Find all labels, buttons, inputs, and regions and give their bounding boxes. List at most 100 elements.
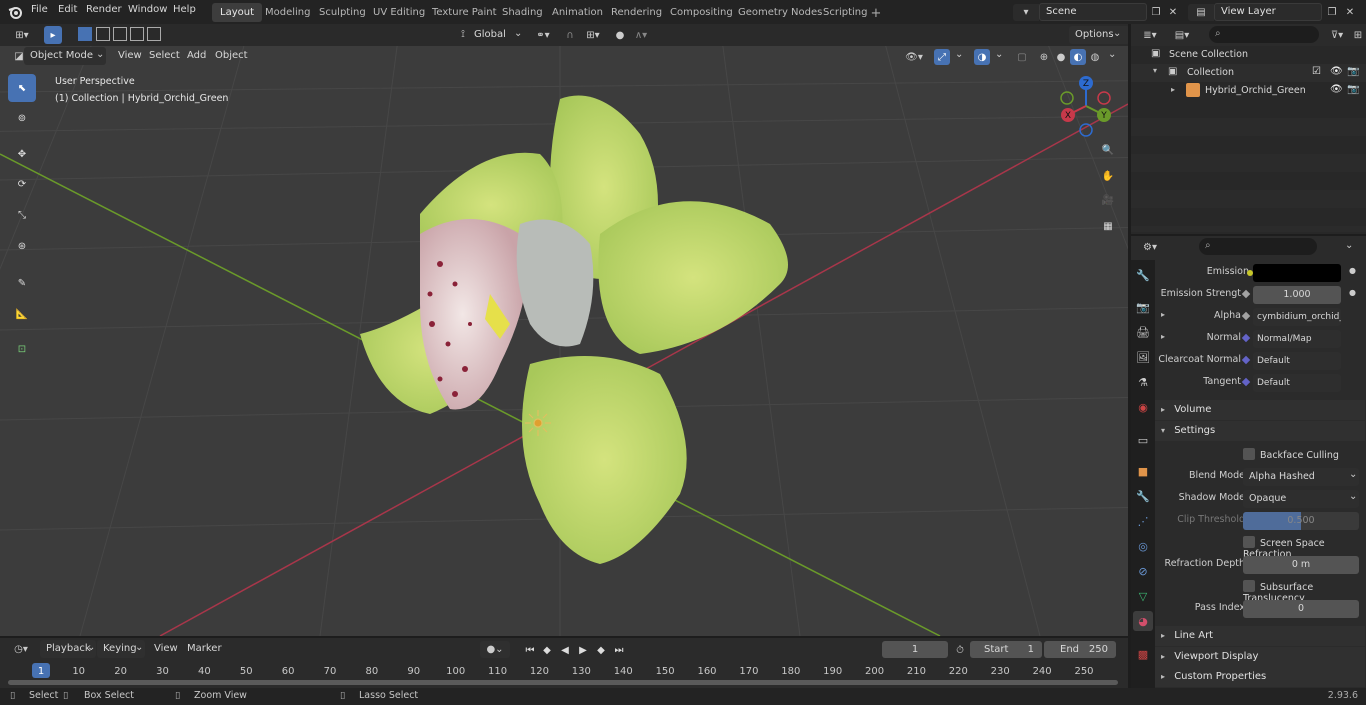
tab-scripting[interactable]: Scripting [815,3,875,22]
overlays-icon[interactable]: ◑ [974,49,990,65]
mode-dropdown[interactable]: Object Mode [24,47,106,65]
menu-render[interactable]: Render [86,4,122,15]
timeline-scrollbar[interactable] [8,680,1118,685]
menu-help[interactable]: Help [173,4,196,15]
menu-edit[interactable]: Edit [58,4,77,15]
normal-link-field[interactable]: Normal/Map [1253,330,1341,348]
snap-target-icon[interactable]: ⊞▾ [582,27,604,43]
outliner-row-object[interactable]: ▸ Hybrid_Orchid_Green 👁 📷 [1131,82,1366,100]
alpha-link-field[interactable]: cymbidium_orchid_g... [1253,308,1341,326]
view-layer-tab-icon[interactable]: 🖼 [1133,347,1153,367]
view-layer-icon[interactable]: ▤ [1188,4,1214,21]
rotate-tool[interactable]: ⟳ [8,170,36,198]
constraints-tab-icon[interactable]: ⊘ [1133,561,1153,581]
tool-tab-icon[interactable]: 🔧 [1133,265,1153,285]
tab-texture-paint[interactable]: Texture Paint [424,3,505,22]
new-collection-icon[interactable]: ⊞ [1351,27,1365,43]
shading-material-icon[interactable]: ◐ [1070,49,1086,65]
shading-solid-icon[interactable]: ● [1053,49,1069,65]
expand-object-icon[interactable]: ▸ [1171,85,1175,94]
tab-modeling[interactable]: Modeling [257,3,319,22]
world-tab-icon[interactable]: ◉ [1133,397,1153,417]
select-mode-intersect-icon[interactable] [147,27,161,41]
tangent-field[interactable]: Default [1253,374,1341,392]
pan-view-button[interactable]: ✋ [1096,164,1120,188]
display-mode-icon[interactable]: ▤▾ [1169,27,1195,43]
annotate-tool[interactable]: ✎ [8,269,36,297]
visibility-icon[interactable]: 👁▾ [902,49,926,65]
overlays-chevron-icon[interactable]: ⌄ [995,49,1003,60]
editor-type-icon[interactable]: ⊞▾ [8,26,36,44]
subsurface-translucency-row[interactable]: Subsurface Translucency [1155,577,1365,604]
normal-expand-icon[interactable]: ▸ [1161,332,1165,341]
scene-name-field[interactable]: Scene [1039,3,1147,21]
viewport-menu-object[interactable]: Object [209,47,254,65]
outliner-search-field[interactable] [1209,26,1319,43]
perspective-toggle-button[interactable]: ▦ [1096,214,1120,238]
transform-orientation-dropdown[interactable]: Global [468,26,512,44]
emission-color-swatch[interactable] [1253,264,1341,282]
proportional-edit-icon[interactable]: ● [612,27,628,43]
xray-icon[interactable]: ▢ [1014,49,1030,65]
render-tab-icon[interactable]: 📷 [1133,297,1153,317]
scene-tab-icon[interactable]: ⚗ [1133,372,1153,392]
render-camera-icon[interactable]: 📷 [1347,66,1359,77]
custom-properties-panel-header[interactable]: ▸ Custom Properties [1155,667,1365,687]
gizmo-icon[interactable]: ⤢ [934,49,950,65]
exclude-checkbox-icon[interactable]: ☑ [1312,66,1321,77]
screen-space-refraction-row[interactable]: Screen Space Refraction [1155,533,1365,560]
alpha-expand-icon[interactable]: ▸ [1161,310,1165,319]
view-layer-field[interactable]: View Layer [1214,3,1322,21]
select-mode-subtract-icon[interactable] [113,27,127,41]
tab-animation[interactable]: Animation [544,3,611,22]
material-tab-icon[interactable]: ◕ [1133,611,1153,631]
outliner-row-scene[interactable]: ▣ Scene Collection [1131,46,1366,64]
emission-strength-keyframe-icon[interactable]: ● [1349,288,1356,297]
select-mode-new-icon[interactable] [78,27,92,41]
outliner-row-collection[interactable]: ▾ ▣ Collection ☑ 👁 📷 [1131,64,1366,82]
select-mode-extend-icon[interactable] [96,27,110,41]
tab-shading[interactable]: Shading [494,3,551,22]
blend-mode-dropdown[interactable]: Alpha Hashed [1243,468,1359,486]
refraction-depth-field[interactable]: 0 m [1243,556,1359,574]
properties-options-icon[interactable]: ⌄ [1345,240,1353,251]
select-mode-invert-icon[interactable] [130,27,144,41]
volume-panel-header[interactable]: ▸ Volume [1155,400,1365,420]
object-hide-eye-icon[interactable]: 👁 [1330,84,1343,95]
shading-rendered-icon[interactable]: ◍ [1087,49,1103,65]
tab-rendering[interactable]: Rendering [603,3,670,22]
cursor-tool[interactable]: ⊚ [8,104,36,132]
navigation-gizmo[interactable]: Z Y X [1056,72,1120,140]
camera-view-button[interactable]: 🎥 [1096,188,1120,212]
shading-chevron-icon[interactable]: ⌄ [1108,49,1116,60]
pass-index-field[interactable]: 0 [1243,600,1359,618]
view-layer-close-icon[interactable]: ✕ [1343,4,1357,20]
menu-window[interactable]: Window [128,4,167,15]
backface-culling-checkbox[interactable]: Backface Culling [1243,448,1339,461]
menu-file[interactable]: File [31,4,48,15]
tab-layout[interactable]: Layout [212,3,262,22]
object-tab-icon[interactable]: ■ [1133,461,1153,481]
properties-editor-type-icon[interactable]: ⚙▾ [1137,239,1163,255]
collection-tab-icon[interactable]: ▭ [1133,430,1153,450]
scale-tool[interactable]: ⤡ [8,201,36,229]
tab-uv-editing[interactable]: UV Editing [365,3,433,22]
falloff-icon[interactable]: ∧▾ [630,27,652,43]
scene-close-icon[interactable]: ✕ [1166,4,1180,20]
pivot-icon[interactable]: ⚭▾ [532,27,554,43]
line-art-panel-header[interactable]: ▸ Line Art [1155,626,1365,646]
snap-icon[interactable]: ∩ [562,27,578,43]
object-render-camera-icon[interactable]: 📷 [1347,84,1359,95]
emission-strength-field[interactable]: 1.000 [1253,286,1341,304]
tab-compositing[interactable]: Compositing [662,3,741,22]
scene-copy-icon[interactable]: ❐ [1149,4,1163,20]
add-cube-tool[interactable]: ⊡ [8,335,36,363]
view-layer-copy-icon[interactable]: ❐ [1325,4,1339,20]
physics-tab-icon[interactable]: ◎ [1133,536,1153,556]
properties-search-field[interactable] [1199,238,1317,255]
clip-threshold-slider[interactable]: 0.500 [1243,512,1359,530]
3d-viewport[interactable]: ⊞▾ ▸ ⟟ Global ⌄ ⚭▾ ∩ ⊞▾ ● ∧▾ Options ⌄ ◪… [0,24,1128,636]
emission-keyframe-icon[interactable]: ● [1349,266,1356,275]
viewport-display-panel-header[interactable]: ▸ Viewport Display [1155,647,1365,667]
scene-icon[interactable]: ▾ [1013,4,1039,21]
